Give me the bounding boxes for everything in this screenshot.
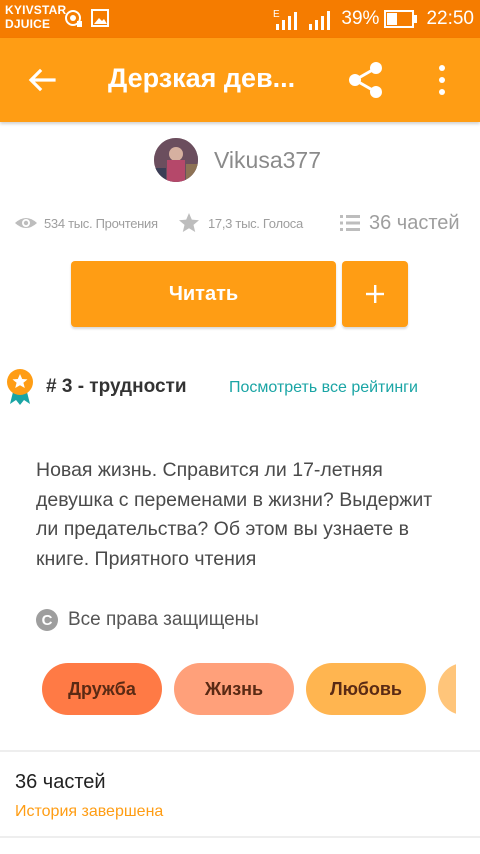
read-button[interactable]: Читать [71,261,336,327]
reads-stat: 534 тыс. Прочтения [14,208,158,238]
tag-chip[interactable]: Дружба [42,663,162,715]
reads-count: 534 тыс. Прочтения [44,215,158,231]
add-to-library-button[interactable] [342,261,408,327]
eye-icon [15,218,37,228]
parts-section-title[interactable]: 36 частей [15,771,106,794]
divider [0,836,480,838]
clock: 22:50 [426,8,474,29]
copyright-icon: C [36,609,58,631]
image-icon [91,9,109,27]
star-icon [179,213,199,232]
network-type: E [273,9,280,20]
list-icon [340,215,360,231]
parts-stat: 36 частей [339,208,460,238]
battery-icon [384,10,418,28]
story-stats: 534 тыс. Прочтения 17,3 тыс. Голоса 36 ч… [14,208,474,238]
avatar-image [154,138,198,182]
votes-stat: 17,3 тыс. Голоса [178,208,303,238]
avatar[interactable] [154,138,198,182]
signal-icon [309,11,331,30]
view-all-rankings-link[interactable]: Посмотреть все рейтинги [229,379,418,397]
signal-e-icon: E [273,9,298,30]
author-row[interactable]: Vikusa377 [154,138,321,182]
battery-percent: 39% [341,8,380,29]
parts-count: 36 частей [369,211,460,234]
app-bar: Дерзкая дев... [0,38,480,122]
ranking-badge-icon [7,369,33,405]
tag-chip[interactable] [438,663,456,715]
divider [0,750,480,752]
hotspot-icon [65,10,82,27]
copyright-text: Все права защищены [68,609,259,630]
carrier-label: KYIVSTAR DJUICE [5,3,66,31]
more-vertical-icon[interactable] [430,62,454,98]
share-icon[interactable] [346,60,386,100]
app-title: Дерзкая дев... [108,63,296,93]
votes-count: 17,3 тыс. Голоса [208,215,303,231]
copyright-row: C Все права защищены [36,606,259,634]
author-name[interactable]: Vikusa377 [214,147,321,174]
carrier-line-1: KYIVSTAR [5,3,67,17]
tag-chip[interactable]: Любовь [306,663,426,715]
tags-row[interactable]: Дружба Жизнь Любовь [42,663,456,717]
arrow-left-icon[interactable] [24,62,60,98]
carrier-line-2: DJUICE [5,17,51,31]
ranking-text: # 3 - трудности [46,376,187,397]
tag-chip[interactable]: Жизнь [174,663,294,715]
status-bar: KYIVSTAR DJUICE E 39% 22:50 [0,0,480,38]
status-right: E 39% 22:50 [273,6,474,32]
story-description: Новая жизнь. Справится ли 17-летняя деву… [36,459,433,570]
story-status: История завершена [15,803,164,820]
plus-icon [366,285,384,303]
